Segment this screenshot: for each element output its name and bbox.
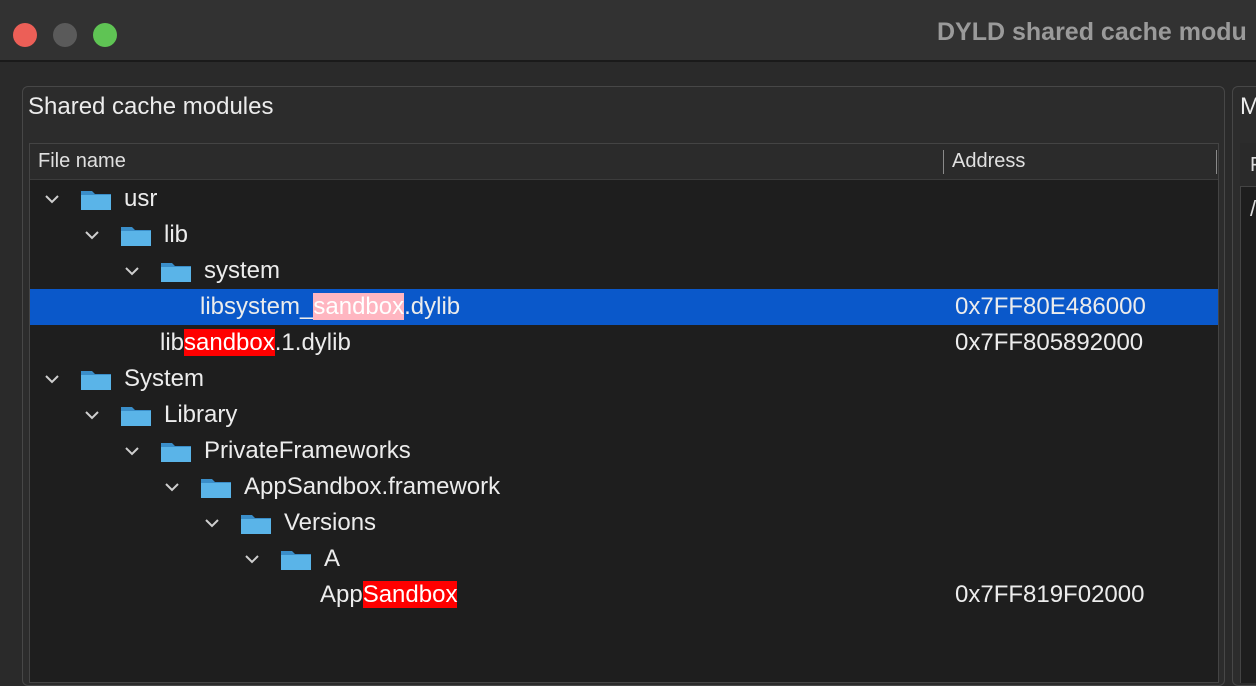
folder-icon (81, 371, 111, 390)
tree-row-label: lib (164, 221, 189, 248)
chevron-down-icon[interactable] (82, 405, 102, 425)
tree-row-label: PrivateFrameworks (204, 437, 411, 464)
label-prefix: libsystem_ (200, 293, 314, 320)
folder-icon (161, 263, 191, 282)
zoom-window-button[interactable] (93, 23, 117, 47)
tree-row-library[interactable]: Library (30, 397, 1218, 433)
chevron-down-icon[interactable] (42, 189, 62, 209)
label-suffix: .dylib (404, 293, 461, 320)
chevron-down-icon[interactable] (122, 441, 142, 461)
tree-row-usr[interactable]: usr (30, 181, 1218, 217)
folder-icon (161, 443, 191, 462)
column-divider[interactable] (943, 150, 944, 174)
chevron-down-icon[interactable] (122, 261, 142, 281)
module-address: 0x7FF819F02000 (955, 581, 1145, 608)
label-prefix: App (320, 581, 363, 608)
module-tree[interactable]: File name Address usr lib system libsyst… (29, 143, 1219, 683)
tree-row-label: System (124, 365, 205, 392)
search-match-highlight: sandbox (184, 329, 275, 356)
chevron-down-icon[interactable] (82, 225, 102, 245)
tree-row-label: libsandbox.1.dylib (160, 329, 351, 357)
search-match-highlight: Sandbox (362, 581, 458, 608)
column-divider[interactable] (1216, 150, 1217, 174)
column-header-address[interactable]: Address (952, 150, 1025, 173)
tree-row-label: AppSandbox (320, 581, 458, 609)
chevron-down-icon[interactable] (162, 477, 182, 497)
right-panel-header-label: F (1250, 154, 1256, 177)
tree-header: File name Address (30, 144, 1218, 180)
right-panel-list[interactable] (1240, 143, 1256, 683)
tree-row-label: AppSandbox.framework (244, 473, 501, 500)
group-title: Shared cache modules (28, 93, 274, 120)
tree-row-label: libsystem_sandbox.dylib (200, 293, 460, 321)
tree-row-label: system (204, 257, 281, 284)
folder-icon (281, 551, 311, 570)
folder-icon (121, 227, 151, 246)
tree-row-appsandbox[interactable]: AppSandbox 0x7FF819F02000 (30, 577, 1218, 613)
title-bar: DYLD shared cache modu (0, 0, 1256, 62)
folder-icon (201, 479, 231, 498)
minimize-window-button[interactable] (53, 23, 77, 47)
folder-icon (121, 407, 151, 426)
close-window-button[interactable] (13, 23, 37, 47)
chevron-down-icon[interactable] (42, 369, 62, 389)
module-address: 0x7FF805892000 (955, 329, 1144, 356)
tree-row-system-root[interactable]: System (30, 361, 1218, 397)
tree-row-system[interactable]: system (30, 253, 1218, 289)
chevron-down-icon[interactable] (242, 549, 262, 569)
tree-row-a[interactable]: A (30, 541, 1218, 577)
tree-row-appsandbox-framework[interactable]: AppSandbox.framework (30, 469, 1218, 505)
right-panel-title: M (1240, 93, 1256, 120)
tree-row-label: Versions (284, 509, 377, 536)
tree-row-label: Library (164, 401, 238, 428)
folder-icon (81, 191, 111, 210)
right-panel-row-label: / (1250, 196, 1256, 221)
chevron-down-icon[interactable] (202, 513, 222, 533)
column-header-file-name[interactable]: File name (38, 150, 126, 173)
window-title: DYLD shared cache modu (937, 18, 1247, 46)
module-address: 0x7FF80E486000 (955, 293, 1146, 320)
tree-row-label: A (324, 545, 341, 572)
search-match-highlight: sandbox (313, 293, 405, 320)
tree-row-privateframeworks[interactable]: PrivateFrameworks (30, 433, 1218, 469)
label-prefix: lib (160, 329, 185, 356)
tree-row-libsystem-sandbox[interactable]: libsystem_sandbox.dylib 0x7FF80E486000 (30, 289, 1218, 325)
label-suffix: .1.dylib (274, 329, 351, 356)
tree-row-label: usr (124, 185, 158, 212)
tree-row-versions[interactable]: Versions (30, 505, 1218, 541)
folder-icon (241, 515, 271, 534)
tree-row-libsandbox[interactable]: libsandbox.1.dylib 0x7FF805892000 (30, 325, 1218, 361)
tree-row-lib[interactable]: lib (30, 217, 1218, 253)
